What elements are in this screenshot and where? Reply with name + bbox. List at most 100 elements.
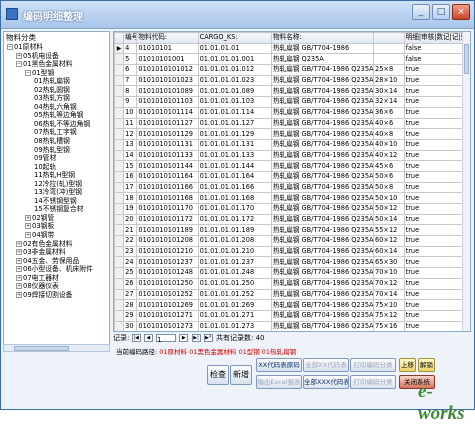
header-num[interactable]: 编号 [124,33,137,44]
cell-code[interactable]: 0101010101237 [137,257,198,268]
cell-name[interactable]: 热轧扁钢 GB/T704-1986 Q235A [272,246,374,257]
cell-code[interactable]: 0101010101133 [137,150,198,161]
row-selector[interactable] [115,65,124,76]
cell-num[interactable]: 11 [124,118,137,129]
tree-item[interactable]: +03钢板 [4,222,109,231]
tree-item[interactable]: −01黑色金属材料 [4,60,109,69]
table-row[interactable]: 21010101010118901.01.01.01.189热轧扁钢 GB/T7… [115,225,472,236]
table-row[interactable]: 12010101010112901.01.01.01.129热轧扁钢 GB/T7… [115,129,472,140]
cell-name[interactable]: 热轧扁钢 GB/T704-1986 Q235A [272,257,374,268]
cell-num[interactable]: 20 [124,214,137,225]
print-code-button[interactable]: 打印编码分类 [350,358,396,372]
cell-code[interactable]: 0101010101252 [137,289,198,300]
row-selector[interactable]: ▶ [115,43,124,54]
tree-item[interactable]: 14不锈钢型钢 [4,197,109,206]
cell-code[interactable]: 01010101 [137,43,198,54]
header-extra[interactable]: 明细|审核|数记|记|型号|辅助|编 [404,33,471,44]
table-row[interactable]: 8010101010108901.01.01.01.089热轧扁钢 GB/T70… [115,86,472,97]
header-cargo[interactable]: CARGO_KS: [198,33,271,44]
cell-code[interactable]: 0101010101172 [137,214,198,225]
expand-icon[interactable]: + [16,249,22,255]
scrollbar-thumb[interactable] [464,44,469,74]
cell-num[interactable]: 22 [124,236,137,247]
cell-spec[interactable]: 40×10 [374,139,405,150]
scrollbar-thumb[interactable] [14,346,69,351]
collapse-icon[interactable]: − [7,44,13,50]
cell-num[interactable]: 6 [124,65,137,76]
check-button[interactable]: 检查 [207,365,229,385]
tree-item[interactable]: 13冷弯(冲)型钢 [4,188,109,197]
cell-name[interactable]: 热轧扁钢 GB/T704-1986 Q235A [272,118,374,129]
cell-num[interactable]: 4 [124,43,137,54]
cell-name[interactable]: 热轧扁钢 GB/T704-1986 Q235A [272,214,374,225]
cell-flag[interactable]: true [404,107,471,118]
cell-name[interactable]: 热轧扁钢 GB/T704-1986 Q235A [272,161,374,172]
table-row[interactable]: 27010101010125201.01.01.01.252热轧扁钢 GB/T7… [115,289,472,300]
cell-flag[interactable]: true [404,129,471,140]
cell-flag[interactable]: true [404,150,471,161]
new-button[interactable]: 新增 [230,365,252,385]
table-row[interactable]: 10010101010111401.01.01.01.114热轧扁钢 GB/T7… [115,107,472,118]
tree-item[interactable]: +07电工器材 [4,274,109,283]
cell-code[interactable]: 0101010101250 [137,278,198,289]
cell-spec[interactable]: 25×8 [374,65,405,76]
cell-flag[interactable]: true [404,300,471,311]
tree-horizontal-scrollbar[interactable] [3,344,110,352]
tree-item[interactable]: 05热轧等边角钢 [4,111,109,120]
cell-num[interactable]: 7 [124,75,137,86]
first-record-icon[interactable]: |◀ [132,334,141,342]
cell-name[interactable]: 热轧扁钢 GB/T704-1986 Q235A [272,289,374,300]
cell-flag[interactable]: true [404,268,471,279]
row-selector[interactable] [115,182,124,193]
cell-name[interactable]: 热轧扁钢 GB/T704-1986 Q235A [272,75,374,86]
cell-num[interactable]: 5 [124,54,137,65]
minimize-icon[interactable]: _ [412,4,430,20]
collapse-icon[interactable]: − [16,61,22,67]
cell-flag[interactable]: true [404,236,471,247]
cell-code[interactable]: 0101010101089 [137,86,198,97]
cell-flag[interactable]: true [404,75,471,86]
cell-code[interactable]: 0101010101127 [137,118,198,129]
table-row[interactable]: 28010101010126901.01.01.01.269热轧扁钢 GB/T7… [115,300,472,311]
tree-item[interactable]: 11热轧H型钢 [4,171,109,180]
table-row[interactable]: 30010101010127301.01.01.01.273热轧扁钢 GB/T7… [115,321,472,332]
cell-flag[interactable]: true [404,86,471,97]
cell-flag[interactable]: true [404,246,471,257]
tree-item[interactable]: 10起轨 [4,163,109,172]
cell-num[interactable]: 17 [124,182,137,193]
cell-num[interactable]: 24 [124,257,137,268]
row-selector[interactable] [115,214,124,225]
cell-num[interactable]: 26 [124,278,137,289]
row-selector[interactable] [115,278,124,289]
cell-flag[interactable]: true [404,182,471,193]
cell-name[interactable]: 热轧扁钢 GB/T704-1986 Q235A [272,225,374,236]
cell-cargo[interactable]: 01.01.01.01.269 [198,300,271,311]
row-selector[interactable] [115,139,124,150]
cell-name[interactable]: 热轧扁钢 GB/T704-1986 Q235A [272,129,374,140]
title-bar[interactable]: 编码明细整理 _ □ × [1,1,474,29]
cell-cargo[interactable]: 01.01.01.01.237 [198,257,271,268]
tree-item[interactable]: 04热轧六角钢 [4,103,109,112]
header-code[interactable]: 物料代码: [137,33,198,44]
cell-name[interactable]: 热轧扁钢 GB/T704-1986 Q235A [272,139,374,150]
cell-num[interactable]: 9 [124,97,137,108]
cell-num[interactable]: 10 [124,107,137,118]
cell-code[interactable]: 0101010101103 [137,97,198,108]
cell-code[interactable]: 0101010101166 [137,182,198,193]
cell-cargo[interactable]: 01.01.01.01.252 [198,289,271,300]
cell-spec[interactable]: 30×14 [374,86,405,97]
cell-num[interactable]: 12 [124,129,137,140]
cell-spec[interactable]: 70×14 [374,289,405,300]
expand-icon[interactable]: + [16,275,22,281]
row-selector[interactable] [115,171,124,182]
header-spec[interactable] [374,33,405,44]
cell-cargo[interactable]: 01.01.01.01.114 [198,107,271,118]
tree-item[interactable]: +08仪器仪表 [4,282,109,291]
cell-name[interactable]: 热轧扁钢 GB/T704-1986 Q235A [272,310,374,321]
new-record-icon[interactable]: ▶* [204,334,213,342]
cell-spec[interactable]: 75×16 [374,321,405,332]
row-selector[interactable] [115,129,124,140]
header-name[interactable]: 物料名称: [272,33,374,44]
cell-name[interactable]: 热轧扁钢 GB/T704-1986 Q235A [272,268,374,279]
cell-spec[interactable]: 55×12 [374,225,405,236]
